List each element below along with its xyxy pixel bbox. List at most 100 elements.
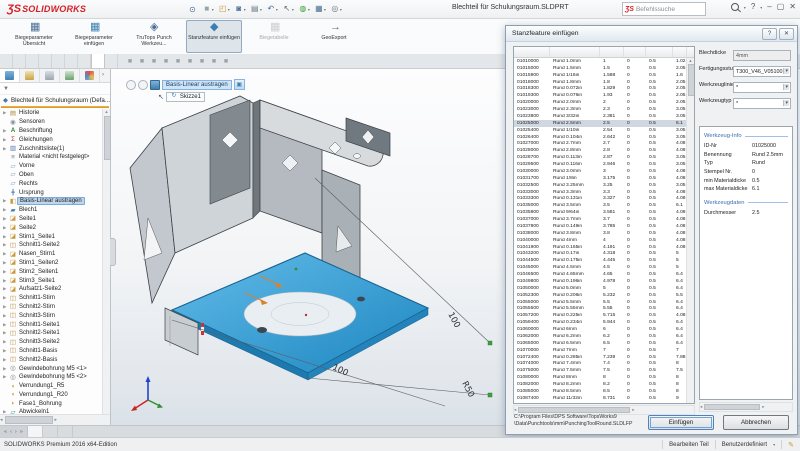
dropdown-arrow-icon[interactable]: ▾: [276, 7, 278, 12]
menu-item[interactable]: [100, 6, 112, 12]
table-row[interactable]: 01074000 Rund 7.4mm 7.4 0 0.5 8: [514, 361, 687, 368]
werkzeuglinie-select[interactable]: *: [733, 82, 791, 93]
tree-item[interactable]: ▶ Schnitt3-Stirn: [0, 311, 103, 320]
view-tool[interactable]: [210, 58, 218, 65]
insert-button[interactable]: Einfügen: [648, 415, 714, 430]
table-row[interactable]: 01018000 Rund 1.8mm 1.8 0 0.5 2.05: [514, 79, 687, 86]
table-row[interactable]: 01015000 Rund 1.5mm 1.5 0 0.5 2.05: [514, 65, 687, 72]
tree-item[interactable]: ▶ Gewindebohrung M5 <1>: [0, 364, 103, 373]
table-row[interactable]: 01026400 Rund 0.104in 2.642 0 0.5 3.05: [514, 134, 687, 141]
tree-item[interactable]: ▶ Seite1: [0, 215, 103, 224]
units-dropdown-icon[interactable]: ▾: [773, 442, 775, 447]
table-row[interactable]: 01065000 Rund 6.5mm 6.5 0 0.5 6.4: [514, 340, 687, 347]
toolbar-button[interactable]: ▾: [265, 4, 280, 14]
close-icon[interactable]: ✕: [789, 2, 796, 12]
table-row[interactable]: 01032500 Rund 3.25mm 3.25 0 0.5 3.05: [514, 182, 687, 189]
command-tab[interactable]: [13, 54, 26, 68]
command-tab[interactable]: [78, 54, 91, 68]
menu-item[interactable]: [148, 6, 160, 12]
tab-dimxpertmanager[interactable]: [60, 69, 80, 82]
table-row[interactable]: 01029500 Rund 0.116in 2.946 0 0.5 3.05: [514, 161, 687, 168]
panel-splitter[interactable]: [110, 238, 116, 266]
table-row[interactable]: 01050000 Rund 5.0mm 5 0 0.5 6.4: [514, 285, 687, 292]
command-tab[interactable]: [105, 54, 118, 68]
table-row[interactable]: 01037800 Rund 0.149in 3.785 0 0.5 4.08: [514, 223, 687, 230]
column-header[interactable]: [646, 47, 673, 57]
menu-item[interactable]: [136, 6, 148, 12]
table-row[interactable]: 01037000 Rund 3.7mm 3.7 0 0.5 4.08: [514, 216, 687, 223]
view-tool[interactable]: [126, 58, 134, 65]
tree-item[interactable]: ▶ Schnitt1-Stirn: [0, 294, 103, 303]
tree-item[interactable]: ▶ Stirn3_Seite1: [0, 276, 103, 285]
view-tool[interactable]: [174, 58, 182, 65]
panel-tabs-overflow-icon[interactable]: ›: [100, 72, 106, 78]
help-icon[interactable]: ?: [751, 2, 755, 12]
freeze-bar[interactable]: [1, 106, 109, 108]
breadcrumb-feature-label[interactable]: Basis-Linear austragen: [162, 80, 232, 90]
table-row[interactable]: 01010000 Rund 1.0mm 1 0 0.5 1.02: [514, 58, 687, 65]
tree-item[interactable]: ▶ Schnitt1-Seite1: [0, 320, 103, 329]
tab-propertymanager[interactable]: [20, 69, 40, 82]
tree-item[interactable]: ▶ Zuschnittsliste(1): [0, 144, 103, 153]
tree-item[interactable]: ▶ Stirn1_Seiten2: [0, 259, 103, 268]
table-row[interactable]: 01055000 Rund 5.5mm 5.5 0 0.5 6.4: [514, 299, 687, 306]
dialog-title-bar[interactable]: Stanzfeature einfügen ? ✕: [506, 26, 797, 42]
tree-item[interactable]: ▶ Seite2: [0, 223, 103, 232]
breadcrumb-body-icon[interactable]: [138, 80, 148, 90]
command-search[interactable]: ƷS Befehlssuche: [622, 2, 706, 16]
command-tab[interactable]: [52, 54, 65, 68]
tree-item[interactable]: ▶ Historie: [0, 109, 103, 118]
breadcrumb-edit-icon[interactable]: ▣: [234, 79, 245, 90]
table-row[interactable]: 01035000 Rund 3.5mm 3.5 0 0.5 6.1: [514, 202, 687, 209]
tree-item[interactable]: ▶ Rechts: [0, 179, 103, 188]
tab-displaymanager[interactable]: [80, 69, 100, 82]
column-header[interactable]: [600, 47, 624, 57]
table-row[interactable]: 01015900 Rund 1/16in 1.588 0 0.5 1.6: [514, 72, 687, 79]
command-tab[interactable]: [0, 54, 13, 68]
tree-item[interactable]: ▶ Stirn2_Seiten1: [0, 267, 103, 276]
scroll-up-icon[interactable]: ▲: [103, 109, 110, 115]
table-row[interactable]: 01025400 Rund 1/10in 2.54 0 0.5 3.05: [514, 127, 687, 134]
table-row[interactable]: 01041900 Rund 0.165in 4.191 0 0.5 4.08: [514, 244, 687, 251]
view-tool[interactable]: [186, 58, 194, 65]
column-header[interactable]: [624, 47, 646, 57]
dropdown-arrow-icon[interactable]: ▾: [244, 7, 246, 12]
tree-item[interactable]: ▶ Fase1_Bohrung: [0, 399, 103, 408]
dialog-close-icon[interactable]: ✕: [779, 28, 794, 40]
scrollbar-thumb[interactable]: [104, 116, 111, 160]
cancel-button[interactable]: Abbrechen: [723, 415, 789, 430]
prev-tab-icon[interactable]: ‹: [9, 429, 13, 435]
tree-item[interactable]: ▶ Oben: [0, 171, 103, 180]
scroll-left-icon[interactable]: ◂: [514, 407, 516, 413]
tree-item[interactable]: ▶ Gewindebohrung M5 <2>: [0, 373, 103, 382]
table-row[interactable]: 01019300 Rund 0.076in 1.93 0 0.5 2.05: [514, 92, 687, 99]
units-selector[interactable]: Benutzerdefiniert: [722, 442, 767, 448]
view-tool[interactable]: [138, 58, 146, 65]
table-row[interactable]: 01085000 Rund 8.5mm 8.5 0 0.5 8: [514, 388, 687, 395]
table-row[interactable]: 01059400 Rund 0.234in 5.944 0 0.5 6.4: [514, 319, 687, 326]
view-tool[interactable]: [222, 58, 230, 65]
search-dropdown-icon[interactable]: ▾: [744, 5, 746, 10]
menu-item[interactable]: [172, 6, 184, 12]
view-tool[interactable]: [198, 58, 206, 65]
table-row[interactable]: 01027000 Rund 2.7mm 2.7 0 0.5 4.08: [514, 141, 687, 148]
dropdown-arrow-icon[interactable]: ▾: [308, 7, 310, 12]
dropdown-arrow-icon[interactable]: ▾: [260, 7, 262, 12]
tree-item[interactable]: ▶ Ursprung: [0, 188, 103, 197]
tree-item[interactable]: ▶ Vorne: [0, 162, 103, 171]
column-header[interactable]: [550, 47, 600, 57]
breadcrumb-face-icon[interactable]: [126, 80, 136, 90]
pin-icon[interactable]: ⊙: [189, 5, 196, 14]
toolbar-button[interactable]: ▾: [313, 4, 328, 14]
dropdown-arrow-icon[interactable]: ▾: [212, 7, 214, 12]
table-row[interactable]: 01082000 Rund 8.2mm 8.2 0 0.5 8: [514, 381, 687, 388]
table-row[interactable]: 01075000 Rund 7.5mm 7.5 0 0.5 7.5: [514, 367, 687, 374]
table-row[interactable]: 01040000 Rund 4mm 4 0 0.5 4.08: [514, 237, 687, 244]
table-row[interactable]: 01087400 Rund 11/32in 8.731 0 0.5 9: [514, 395, 687, 402]
scrollbar-thumb[interactable]: [688, 64, 695, 96]
toolbar-button[interactable]: ▾: [233, 4, 248, 14]
table-row[interactable]: 01044500 Rund 0.175in 4.445 0 0.5 5: [514, 257, 687, 264]
table-row[interactable]: 01057200 Rund 0.225in 5.715 0 0.5 4.08: [514, 312, 687, 319]
tree-item[interactable]: ▶ Verrundung1_R20: [0, 391, 103, 400]
breadcrumb-feature-icon[interactable]: [150, 80, 160, 90]
